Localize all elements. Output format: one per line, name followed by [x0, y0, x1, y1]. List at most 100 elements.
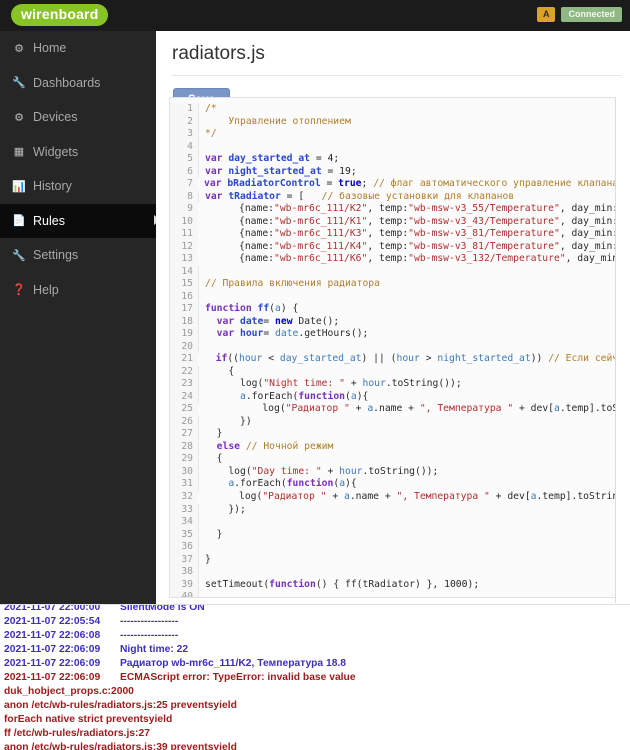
- code-text: {name:"wb-mr6c_111/K3", temp:"wb-msw-v3_…: [204, 228, 616, 240]
- line-number: 32: [170, 490, 198, 504]
- log-line: 2021-11-07 22:06:09 ECMAScript error: Typ…: [0, 671, 630, 685]
- line-number: 9: [170, 203, 198, 216]
- code-text: // Правила включения радиатора: [205, 278, 380, 290]
- gutter-separator: [198, 503, 199, 517]
- code-line: 2 Управление отоплением: [170, 115, 616, 129]
- log-message: anon /etc/wb-rules/radiators.js:25 preve…: [4, 700, 237, 711]
- code-text: Управление отоплением: [205, 115, 351, 127]
- code-line: 19 var hour= date.getHours();: [170, 328, 616, 341]
- gear-icon: ⚙: [14, 111, 24, 124]
- line-number: 27: [170, 428, 198, 441]
- code-text: */: [205, 128, 217, 140]
- sidebar-item-history[interactable]: 📊 History: [0, 169, 156, 204]
- code-line: 38: [170, 566, 616, 579]
- code-text: var day_started_at = 4;: [205, 153, 340, 165]
- line-number: 12: [170, 240, 198, 254]
- gutter-separator: [198, 303, 199, 316]
- code-line: 23 log("Night time: " + hour.toString())…: [170, 378, 616, 391]
- gutter-separator: [198, 440, 199, 454]
- line-number: 29: [170, 453, 198, 466]
- sidebar-item-label: Widgets: [33, 144, 79, 159]
- log-message: SilentMode is ON: [120, 605, 205, 613]
- code-text: log("Day time: " + hour.toString());: [205, 465, 439, 477]
- gutter-separator: [198, 578, 199, 592]
- question-circle-icon: ❓: [12, 284, 26, 297]
- log-line: 2021-11-07 22:00:00 SilentMode is ON: [0, 605, 630, 615]
- line-number: 17: [170, 303, 198, 316]
- line-number: 22: [170, 365, 198, 379]
- log-console[interactable]: 2021-11-07 22:00:00 SilentMode is ON 2021-…: [0, 605, 630, 750]
- sidebar-item-dashboards[interactable]: 🔧 Dashboards: [0, 66, 156, 101]
- code-line: 35 }: [170, 528, 616, 542]
- line-number: 2: [170, 115, 198, 129]
- gutter-separator: [198, 140, 199, 154]
- sidebar-item-label: Rules: [33, 213, 65, 228]
- code-line: 29 {: [170, 453, 616, 466]
- code-line: 14: [170, 265, 616, 279]
- gutter-separator: [198, 315, 199, 329]
- line-number: 25: [170, 403, 198, 416]
- code-line: 5 var day_started_at = 4;: [170, 153, 616, 166]
- top-bar: wirenboard A Connected: [0, 0, 630, 31]
- log-line: forEach native strict preventsyield: [0, 713, 630, 727]
- gutter-separator: [198, 128, 199, 141]
- line-number: 3: [170, 128, 198, 141]
- sidebar-item-rules[interactable]: 📄 Rules: [0, 203, 160, 238]
- sidebar-item-help[interactable]: ❓ Help: [0, 273, 156, 308]
- line-number: 5: [170, 153, 198, 166]
- gutter-separator: [198, 115, 199, 129]
- line-number: 18: [170, 315, 198, 329]
- sidebar-item-widgets[interactable]: ▦ Widgets: [0, 135, 156, 170]
- line-number: 8: [170, 190, 198, 204]
- code-line: 28 else // Ночной режим: [170, 440, 616, 454]
- title-divider: [172, 75, 622, 76]
- gutter-separator: [198, 265, 199, 279]
- log-timestamp: 2021-11-07 22:06:09: [4, 644, 101, 655]
- bar-chart-icon: 📊: [12, 180, 26, 193]
- gutter-separator: [198, 428, 199, 441]
- main-content: radiators.js Save 1/*2 Управление отопле…: [156, 31, 630, 605]
- line-number: 23: [170, 378, 198, 391]
- log-message: duk_hobject_props.c:2000: [4, 686, 134, 697]
- gutter-separator: [198, 591, 199, 597]
- code-line: 3 */: [170, 128, 616, 141]
- log-message: forEach native strict preventsyield: [4, 714, 173, 725]
- code-text: function ff(a) {: [205, 303, 299, 315]
- line-number: 20: [170, 340, 198, 354]
- line-number: 11: [170, 228, 198, 241]
- log-message: -----------------: [120, 616, 179, 627]
- code-text: }: [205, 428, 223, 440]
- line-number: 26: [170, 415, 198, 429]
- code-editor[interactable]: 1/* 2 Управление отоплением 3 */4 5 var day_s…: [169, 97, 616, 598]
- gutter-separator: [198, 365, 199, 379]
- sidebar-item-home[interactable]: ⚙ Home: [0, 31, 156, 66]
- line-number: 19: [170, 328, 198, 341]
- line-number: 37: [170, 553, 198, 567]
- log-timestamp: 2021-11-07 22:00:00: [4, 605, 101, 613]
- gutter-separator: [198, 553, 199, 567]
- sidebar-item-settings[interactable]: 🔧 Settings: [0, 238, 156, 273]
- sidebar-item-label: Home: [33, 41, 67, 56]
- line-number: 16: [170, 290, 198, 304]
- code-line: 32 log("Радиатор " + a.name + ", Темпера…: [170, 490, 616, 504]
- sidebar-item-devices[interactable]: ⚙ Devices: [0, 100, 156, 135]
- brand-logo[interactable]: wirenboard: [11, 4, 109, 26]
- log-message: -----------------: [120, 630, 179, 641]
- log-line: duk_hobject_props.c:2000: [0, 685, 630, 699]
- sidebar-nav: ⚙ Home 🔧 Dashboards ⚙ Devices ▦ Widgets 📊 History…: [0, 31, 160, 605]
- code-text: {: [205, 453, 223, 465]
- code-line: 16: [170, 290, 616, 304]
- gutter-separator: [198, 278, 199, 291]
- page-title: radiators.js: [172, 43, 265, 64]
- code-line: 6 var night_started_at = 19;: [170, 165, 616, 179]
- log-line: anon /etc/wb-rules/radiators.js:25 preve…: [0, 699, 630, 713]
- gutter-separator: [198, 516, 199, 529]
- line-number: 21: [170, 353, 198, 366]
- code-line: 34: [170, 516, 616, 529]
- alarm-badge[interactable]: A: [536, 7, 556, 22]
- log-line: 2021-11-07 22:06:08 -----------------: [0, 629, 630, 643]
- code-line: 4: [170, 140, 616, 154]
- wrench-icon: 🔧: [12, 249, 26, 262]
